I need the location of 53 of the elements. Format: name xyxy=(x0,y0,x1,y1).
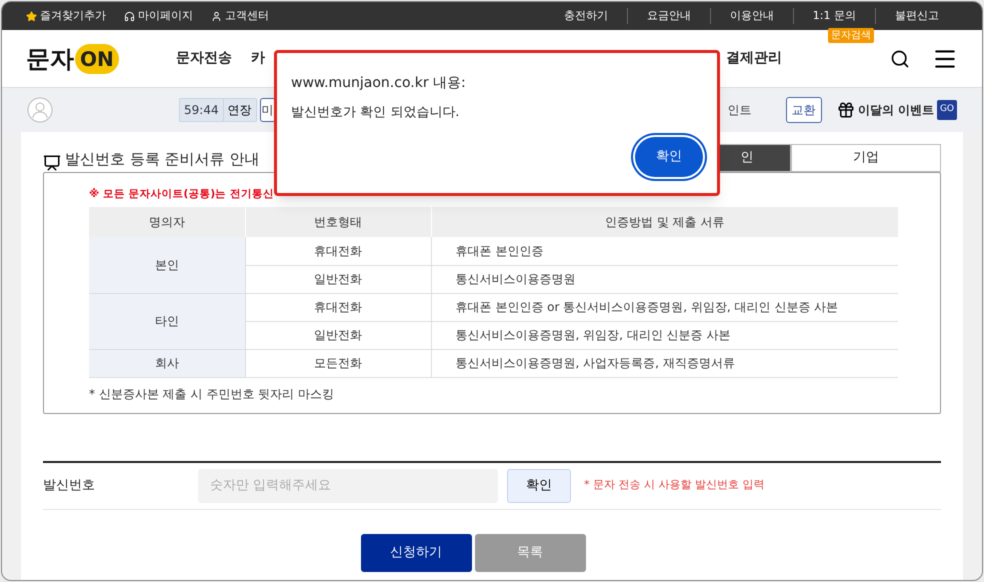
top-link[interactable]: 1:1 문의 xyxy=(792,8,875,24)
go-badge[interactable]: GO xyxy=(936,100,957,120)
top-link[interactable]: 충전하기 xyxy=(544,8,627,24)
points-label: 인트 xyxy=(728,102,752,119)
table-cell: 통신서비스이용증명원 xyxy=(431,265,898,293)
gift-icon xyxy=(836,101,855,119)
board-icon xyxy=(43,154,61,172)
logo[interactable]: 문자 ON xyxy=(26,40,176,76)
top-link[interactable]: 불편신고 xyxy=(875,8,958,24)
table-cell: 본인 xyxy=(89,237,245,293)
exchange-button[interactable]: 교환 xyxy=(786,97,822,123)
table-cell: 모든전화 xyxy=(245,349,431,377)
session-timer: 59:44 연장 xyxy=(179,98,257,122)
section-title: 발신번호 등록 준비서류 안내 xyxy=(65,148,260,170)
ok-button[interactable]: 확인 xyxy=(635,136,703,176)
tab[interactable]: 기업 xyxy=(791,144,941,172)
search-badge: 문자검색 xyxy=(828,28,874,42)
user-icon xyxy=(211,10,222,22)
top-link[interactable]: 요금안내 xyxy=(626,8,710,24)
table-cell: 휴대전화 xyxy=(245,293,431,321)
search-icon[interactable] xyxy=(890,48,910,68)
table-cell: 일반전화 xyxy=(245,321,431,349)
top-link[interactable]: 이용안내 xyxy=(710,8,793,24)
hint-text: * 문자 전송 시 사용할 발신번호 입력 xyxy=(584,477,764,494)
submit-button[interactable]: 신청하기 xyxy=(360,534,472,572)
dialog-message: 발신번호가 확인 되었습니다. xyxy=(291,104,460,122)
top-link[interactable]: 즐겨찾기추가 xyxy=(40,8,106,24)
nav-item[interactable]: 결제관리 xyxy=(726,48,782,69)
toolbar-button[interactable]: 미 xyxy=(260,98,276,122)
table-cell: 휴대폰 본인인증 or 통신서비스이용증명원, 위임장, 대리인 신분증 사본 xyxy=(431,293,898,321)
column-header: 인증방법 및 제출 서류 xyxy=(431,207,898,237)
top-link[interactable]: 고객센터 xyxy=(225,8,269,24)
column-header: 번호형태 xyxy=(245,207,431,237)
table-cell: 통신서비스이용증명원, 사업자등록증, 재직증명서류 xyxy=(431,349,898,377)
table-cell: 일반전화 xyxy=(245,265,431,293)
table-cell: 통신서비스이용증명원, 위임장, 대리인 신분증 사본 xyxy=(431,321,898,349)
nav-item[interactable]: 문자전송 xyxy=(176,48,251,69)
field-label: 발신번호 xyxy=(43,476,96,495)
footnote-text: * 신분증사본 제출 시 주민번호 뒷자리 마스킹 xyxy=(89,386,335,402)
dialog-title: www.munjaon.co.kr 내용: xyxy=(291,74,467,93)
extend-button[interactable]: 연장 xyxy=(222,99,256,121)
table-cell: 타인 xyxy=(89,293,245,349)
column-header: 명의자 xyxy=(89,207,245,237)
top-link[interactable]: 마이페이지 xyxy=(138,8,193,24)
star-icon xyxy=(26,10,37,22)
table-cell: 휴대전화 xyxy=(245,237,431,265)
table-cell: 휴대폰 본인인증 xyxy=(431,237,898,265)
confirm-button[interactable]: 확인 xyxy=(507,468,571,502)
headphones-icon xyxy=(124,10,135,22)
sender-number-field[interactable]: 숫자만 입력해주세요 xyxy=(198,468,498,502)
table-cell: 회사 xyxy=(89,349,245,377)
event-link[interactable]: 이달의 이벤트 xyxy=(858,101,934,119)
notice-text: ※ 모든 문자사이트(공통)는 전기통신 xyxy=(89,187,275,202)
